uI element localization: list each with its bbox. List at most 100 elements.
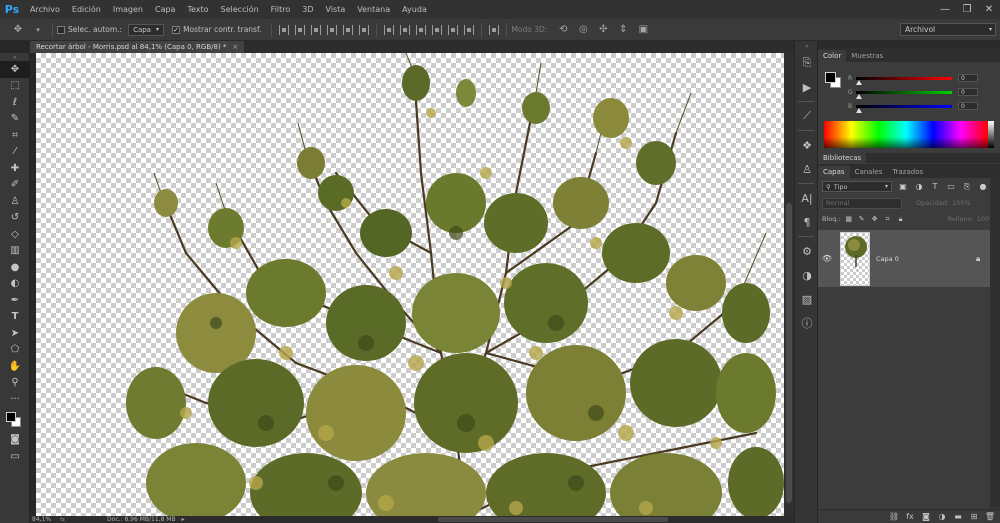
filter-smart-object-icon[interactable]: ⎘ xyxy=(962,182,972,192)
lock-image-icon[interactable]: ✎ xyxy=(858,215,866,223)
align-vcenter-icon[interactable] xyxy=(295,24,306,35)
vertical-scrollbar[interactable] xyxy=(784,53,794,516)
align-right-icon[interactable] xyxy=(359,24,370,35)
lock-artboard-icon[interactable]: ⌗ xyxy=(884,215,892,223)
color-panel-foreground-swatch[interactable] xyxy=(825,72,836,83)
auto-select-checkbox[interactable] xyxy=(57,25,65,34)
vertical-scroll-thumb[interactable] xyxy=(786,203,792,503)
quick-select-tool-icon[interactable]: ✎ xyxy=(0,111,30,128)
3d-slide-icon[interactable]: ⇕ xyxy=(615,22,631,38)
minimize-icon[interactable]: — xyxy=(934,0,956,19)
red-slider-knob[interactable] xyxy=(856,79,862,85)
history-panel-icon[interactable]: ⎘ xyxy=(795,51,819,75)
zoom-level[interactable]: 84,1% xyxy=(30,516,60,523)
screen-mode-icon[interactable]: ▭ xyxy=(0,448,30,465)
foreground-color-swatch[interactable] xyxy=(6,411,16,422)
layer-filter-select[interactable]: ⚲ Tipo ▾ xyxy=(822,181,892,192)
filter-pixel-icon[interactable]: ▣ xyxy=(898,182,908,192)
menu-filter[interactable]: Filtro xyxy=(265,0,297,19)
green-slider[interactable] xyxy=(856,90,952,99)
add-mask-icon[interactable]: ◙ xyxy=(920,511,932,523)
move-tool-icon[interactable]: ✥ xyxy=(0,61,30,78)
tab-libraries[interactable]: Bibliotecas xyxy=(818,153,867,163)
color-spectrum[interactable] xyxy=(824,121,988,148)
character-panel-icon[interactable]: A| xyxy=(795,186,819,210)
paragraph-panel-icon[interactable]: ¶ xyxy=(795,210,819,234)
tab-layers[interactable]: Capas xyxy=(818,166,850,178)
blur-tool-icon[interactable]: ● xyxy=(0,259,30,276)
eraser-tool-icon[interactable]: ◇ xyxy=(0,226,30,243)
layer-name[interactable]: Capa 0 xyxy=(876,255,976,263)
type-tool-icon[interactable]: T xyxy=(0,309,30,326)
tab-swatches[interactable]: Muestras xyxy=(846,50,888,62)
chevron-down-icon[interactable]: ▾ xyxy=(30,22,46,38)
distribute-vcenter-icon[interactable] xyxy=(400,24,411,35)
blend-mode-select[interactable]: Normal xyxy=(822,197,902,209)
filter-toggle-icon[interactable]: ● xyxy=(978,182,988,192)
layer-row[interactable]: 👁︎ Capa 0 🔒︎ xyxy=(818,230,990,287)
align-hcenter-icon[interactable] xyxy=(343,24,354,35)
horizontal-scroll-thumb[interactable] xyxy=(438,517,668,522)
marquee-tool-icon[interactable]: ⬚ xyxy=(0,78,30,95)
align-left-icon[interactable] xyxy=(327,24,338,35)
link-layers-icon[interactable]: ⛓ xyxy=(888,511,900,523)
auto-align-layers-icon[interactable] xyxy=(489,24,500,35)
blue-value[interactable]: 0 xyxy=(958,102,978,110)
healing-brush-tool-icon[interactable]: ✚ xyxy=(0,160,30,177)
green-slider-knob[interactable] xyxy=(856,93,862,99)
show-transform-option[interactable]: ✓ Mostrar contr. transf. xyxy=(172,25,261,34)
menu-3d[interactable]: 3D xyxy=(296,0,319,19)
dodge-tool-icon[interactable]: ◐ xyxy=(0,276,30,293)
eye-icon[interactable]: 👁︎ xyxy=(818,254,836,263)
layer-style-icon[interactable]: fx xyxy=(904,511,916,523)
blue-slider-knob[interactable] xyxy=(856,107,862,113)
grayscale-ramp[interactable] xyxy=(988,121,994,148)
3d-drag-icon[interactable]: ✣ xyxy=(595,22,611,38)
red-slider[interactable] xyxy=(856,76,952,85)
hand-tool-icon[interactable]: ✋ xyxy=(0,358,30,375)
document-canvas[interactable] xyxy=(36,53,784,516)
collapse-icon[interactable]: « xyxy=(795,41,819,51)
eyedropper-tool-icon[interactable]: ⁄ xyxy=(0,144,30,161)
document-tab[interactable]: Recortar árbol - Morris.psd al 84,1% (Ca… xyxy=(30,41,245,53)
opacity-value[interactable]: 100% xyxy=(952,199,971,207)
align-top-icon[interactable] xyxy=(279,24,290,35)
color-swatches[interactable] xyxy=(0,408,30,432)
menu-select[interactable]: Selección xyxy=(215,0,265,19)
filter-adjustment-icon[interactable]: ◑ xyxy=(914,182,924,192)
crop-tool-icon[interactable]: ⌗ xyxy=(0,127,30,144)
filter-type-icon[interactable]: T xyxy=(930,182,940,192)
close-icon[interactable]: ✕ xyxy=(978,0,1000,19)
quick-mask-icon[interactable]: ◙ xyxy=(0,432,30,449)
menu-image[interactable]: Imagen xyxy=(107,0,149,19)
shape-tool-icon[interactable]: ⬠ xyxy=(0,342,30,359)
pen-tool-icon[interactable]: ✒ xyxy=(0,292,30,309)
lasso-tool-icon[interactable]: ℓ xyxy=(0,94,30,111)
zoom-tool-icon[interactable]: ⚲ xyxy=(0,375,30,392)
auto-select-target-select[interactable]: Capa ▾ xyxy=(128,23,165,36)
history-brush-tool-icon[interactable]: ↺ xyxy=(0,210,30,227)
new-group-icon[interactable]: ▬ xyxy=(952,511,964,523)
tab-color[interactable]: Color xyxy=(818,50,847,62)
clone-source-icon[interactable]: ♙ xyxy=(795,157,819,181)
green-value[interactable]: 0 xyxy=(958,88,978,96)
distribute-right-icon[interactable] xyxy=(464,24,475,35)
distribute-left-icon[interactable] xyxy=(432,24,443,35)
show-transform-checkbox[interactable]: ✓ xyxy=(172,25,181,34)
distribute-hcenter-icon[interactable] xyxy=(448,24,459,35)
more-tools-icon[interactable]: ··· xyxy=(0,391,30,408)
menu-layer[interactable]: Capa xyxy=(149,0,181,19)
menu-type[interactable]: Texto xyxy=(181,0,214,19)
3d-rotate-icon[interactable]: ⟲ xyxy=(555,22,571,38)
menu-window[interactable]: Ventana xyxy=(351,0,396,19)
menu-help[interactable]: Ayuda xyxy=(396,0,433,19)
adjustments-panel-icon[interactable]: ◑ xyxy=(795,263,819,287)
styles-panel-icon[interactable]: ▨ xyxy=(795,287,819,311)
clone-stamp-tool-icon[interactable]: ♙ xyxy=(0,193,30,210)
brush-settings-icon[interactable]: ⟋ xyxy=(795,104,819,128)
distribute-bottom-icon[interactable] xyxy=(416,24,427,35)
path-select-tool-icon[interactable]: ➤ xyxy=(0,325,30,342)
3d-scale-icon[interactable]: ▣ xyxy=(635,22,651,38)
align-bottom-icon[interactable] xyxy=(311,24,322,35)
actions-panel-icon[interactable]: ▶ xyxy=(795,75,819,99)
